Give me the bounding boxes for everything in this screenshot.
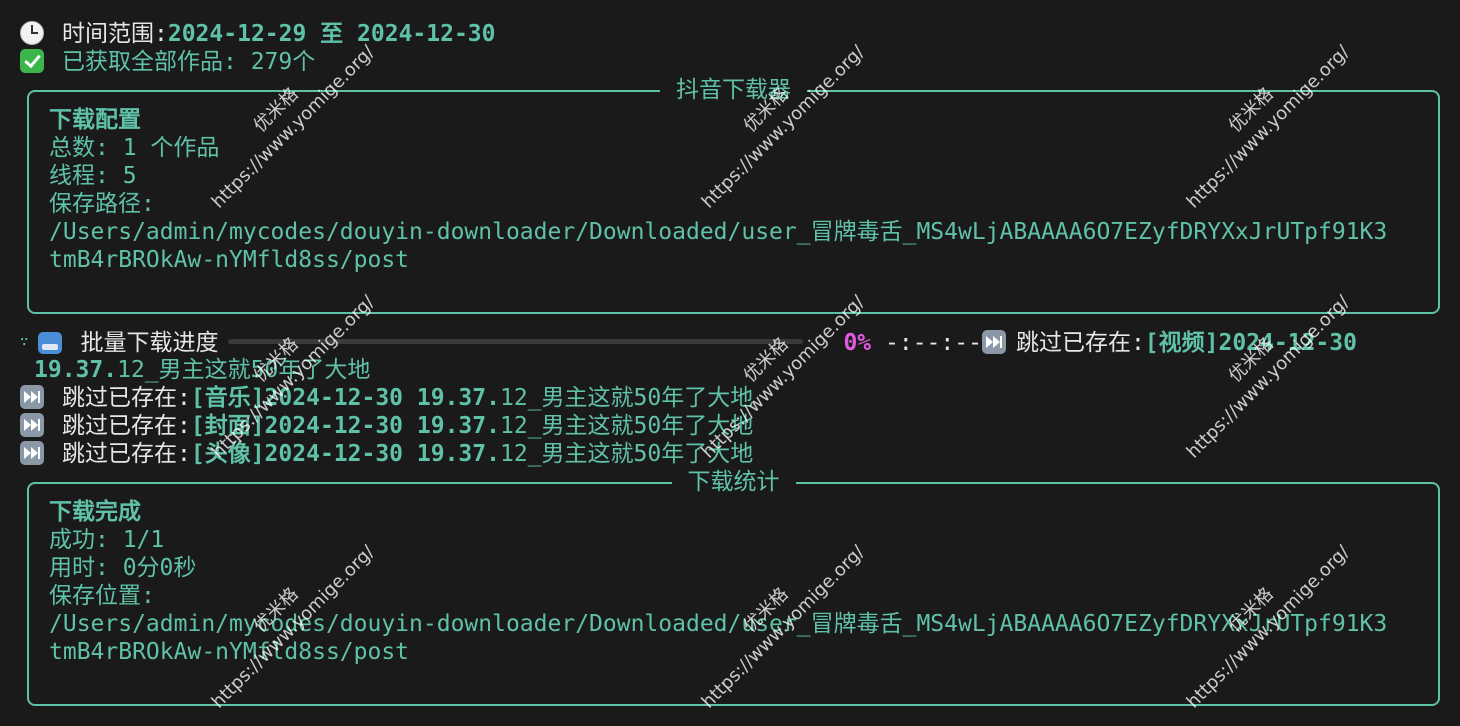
skip-prefix: 跳过已存在: (62, 413, 191, 439)
first-skip-bracket: [视频]2024-12-30 (1144, 330, 1357, 356)
first-skip-continuation-rest: 12_男主这就50年了大地 (117, 357, 371, 383)
progress-label: 批量下载进度 (80, 330, 219, 356)
inbox-tray-icon (38, 332, 63, 354)
stats-panel-title: 下载统计 (671, 469, 796, 495)
config-save-path-line2: tmB4rBROkAw-nYMfld8ss/post (49, 247, 410, 273)
skip-prefix: 跳过已存在: (62, 385, 191, 411)
progress-eta: -:--:-- (885, 330, 982, 356)
stats-time-used: 用时: 0分0秒 (49, 555, 197, 581)
progress-continuation-line: 19.37.12_男主这就50年了大地 (34, 356, 370, 384)
fetched-line: 已获取全部作品: 279个 (20, 48, 315, 76)
stats-save-path-line2: tmB4rBROkAw-nYMfld8ss/post (49, 639, 410, 665)
skip-rest: 12_男主这就50年了大地 (499, 441, 754, 467)
next-track-icon (981, 330, 1006, 354)
config-save-path-line1: /Users/admin/mycodes/douyin-downloader/D… (49, 219, 1388, 245)
stats-success: 成功: 1/1 (49, 527, 165, 553)
config-panel: 抖音下载器 下载配置 总数: 1 个作品 线程: 5 保存路径: /Users/… (27, 77, 1440, 314)
skip-rest: 12_男主这就50年了大地 (499, 413, 754, 439)
next-track-icon (20, 385, 44, 409)
skip-line: 跳过已存在:[音乐]2024-12-30 19.37.12_男主这就50年了大地 (20, 384, 753, 412)
skip-prefix: 跳过已存在: (62, 441, 191, 467)
skip-bold: [封面]2024-12-30 19.37. (190, 413, 500, 439)
stats-save-path-line1: /Users/admin/mycodes/douyin-downloader/D… (49, 611, 1388, 637)
fetched-text: 已获取全部作品: 279个 (62, 49, 316, 75)
config-save-path-label: 保存路径: (49, 191, 155, 217)
next-track-icon (20, 441, 44, 465)
time-range-line: 时间范围:2024-12-29 至 2024-12-30 (20, 20, 496, 48)
config-panel-body: 下载配置 总数: 1 个作品 线程: 5 保存路径: /Users/admin/… (49, 106, 1428, 274)
skip-line: 跳过已存在:[头像]2024-12-30 19.37.12_男主这就50年了大地 (20, 440, 753, 468)
first-skip-continuation-bold: 19.37. (34, 357, 118, 383)
check-icon (20, 49, 44, 73)
stats-heading: 下载完成 (49, 499, 141, 525)
spinner-icon: ∵ (20, 334, 29, 350)
progress-percent: 0% (843, 330, 872, 356)
config-total: 总数: 1 个作品 (49, 135, 220, 161)
skip-bold: [音乐]2024-12-30 19.37. (190, 385, 500, 411)
stats-save-location-label: 保存位置: (49, 583, 155, 609)
clock-icon (20, 21, 44, 45)
config-threads: 线程: 5 (49, 163, 137, 189)
config-heading: 下载配置 (49, 107, 141, 133)
next-track-icon (20, 413, 44, 437)
config-panel-title-wrap: 抖音下载器 (29, 76, 1438, 104)
stats-panel-body: 下载完成 成功: 1/1 用时: 0分0秒 保存位置: /Users/admin… (49, 498, 1428, 666)
stats-panel: 下载统计 下载完成 成功: 1/1 用时: 0分0秒 保存位置: /Users/… (27, 469, 1440, 706)
stats-panel-title-wrap: 下载统计 (29, 468, 1438, 496)
skip-rest: 12_男主这就50年了大地 (499, 385, 754, 411)
skip-line: 跳过已存在:[封面]2024-12-30 19.37.12_男主这就50年了大地 (20, 412, 753, 440)
progress-bar (228, 339, 804, 344)
time-range-label: 时间范围: (62, 21, 168, 47)
time-range-value: 2024-12-29 至 2024-12-30 (167, 21, 496, 47)
progress-line: ∵ 批量下载进度 0% -:--:-- 跳过已存在:[视频]2024-12-30 (20, 328, 1357, 356)
config-panel-title: 抖音下载器 (660, 77, 807, 103)
skip-bold: [头像]2024-12-30 19.37. (190, 441, 500, 467)
first-skip-prefix: 跳过已存在: (1015, 330, 1145, 356)
